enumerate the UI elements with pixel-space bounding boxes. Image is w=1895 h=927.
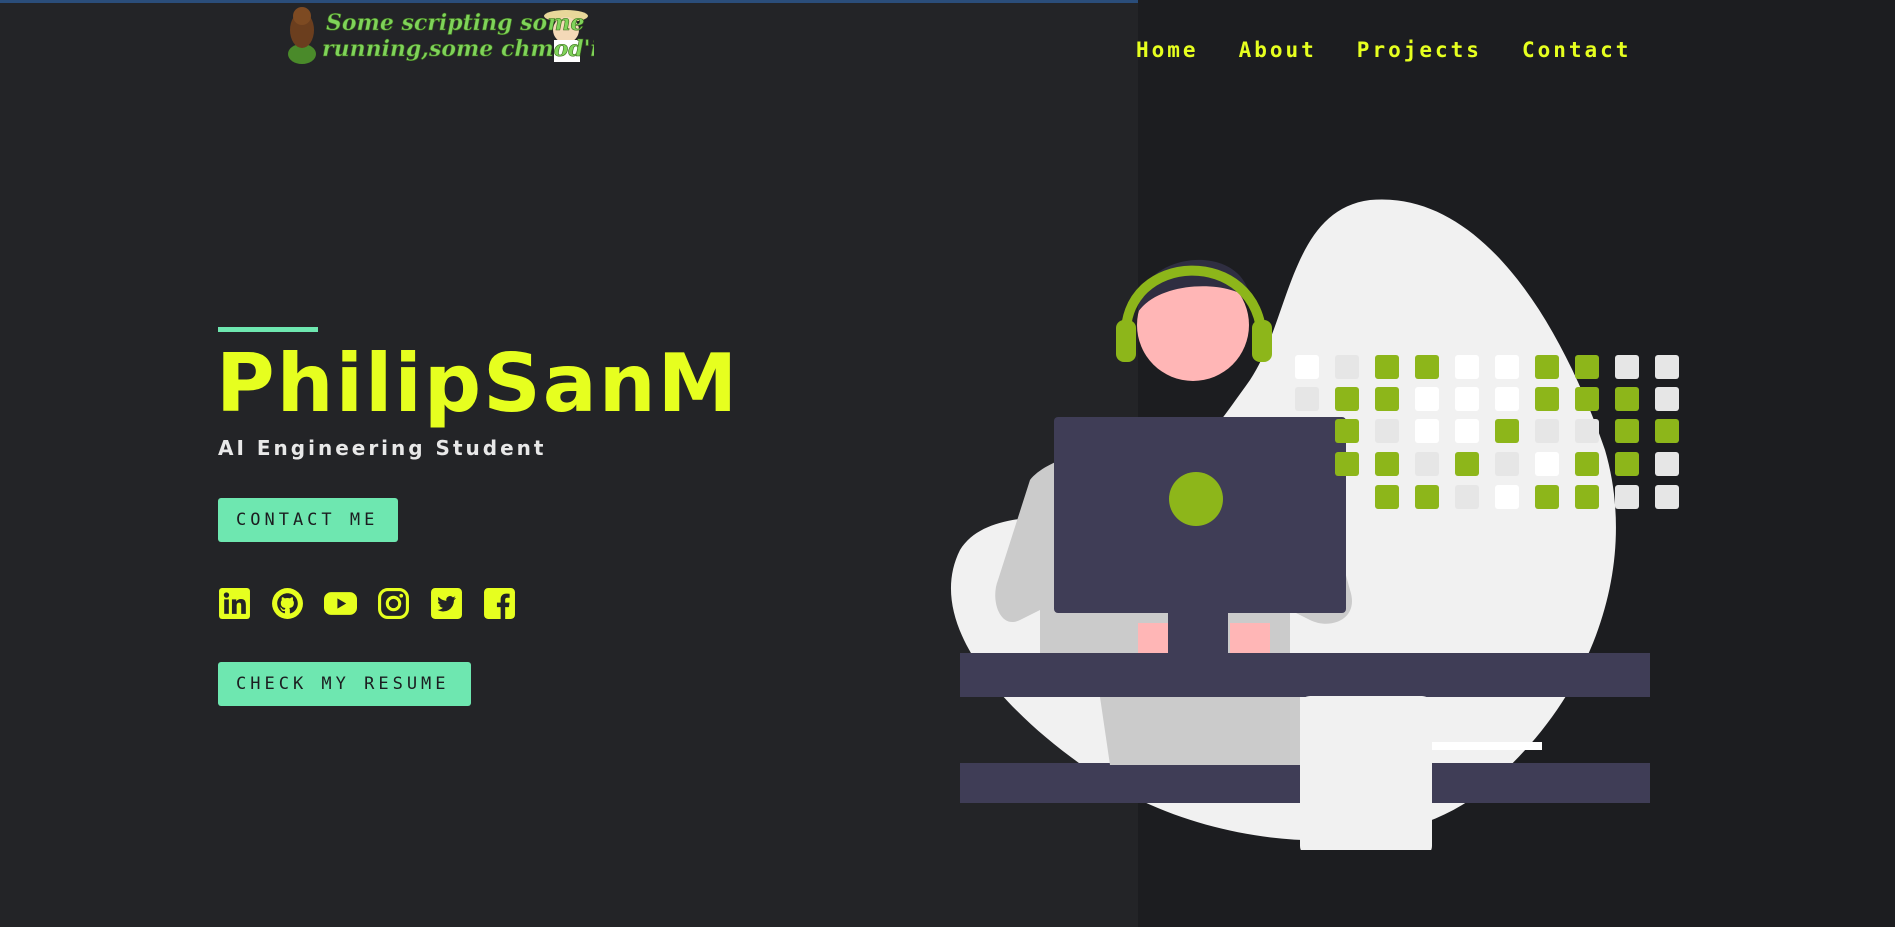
check-resume-button[interactable]: CHECK MY RESUME [218,662,471,706]
contact-me-button[interactable]: CONTACT ME [218,498,398,542]
hero-name: PhilipSanM [216,337,740,430]
main-nav: Home About Projects Contact [1136,38,1671,62]
logo-line1: Some scripting some [326,10,585,36]
nav-contact[interactable]: Contact [1522,38,1632,62]
github-icon[interactable] [271,587,304,620]
nav-about[interactable]: About [1239,38,1317,62]
title-accent-line [218,327,318,332]
youtube-icon[interactable] [324,587,357,620]
social-links [218,587,516,620]
facebook-icon[interactable] [483,587,516,620]
instagram-icon[interactable] [377,587,410,620]
developer-illustration [940,190,1680,856]
linkedin-icon[interactable] [218,587,251,620]
logo-line2: running,some chmod'ing [322,36,594,62]
site-logo[interactable]: Some scripting some running,some chmod'i… [284,2,594,70]
nav-home[interactable]: Home [1136,38,1199,62]
nav-projects[interactable]: Projects [1357,38,1482,62]
hero-role: AI Engineering Student [218,436,547,460]
twitter-icon[interactable] [430,587,463,620]
